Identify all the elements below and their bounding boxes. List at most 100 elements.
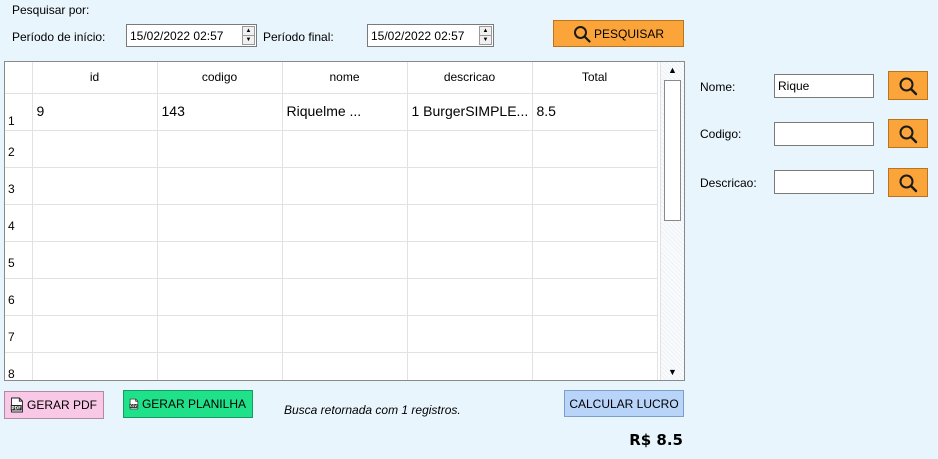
row-number: 4	[5, 204, 33, 242]
scroll-up-icon[interactable]: ▲	[661, 62, 684, 78]
table-cell[interactable]	[407, 315, 533, 353]
end-date-value: 15/02/2022 02:57	[371, 28, 465, 43]
table-row[interactable]: 2	[5, 130, 658, 168]
end-date-spinner[interactable]: ▲ ▼	[479, 26, 492, 45]
search-button-label: PESQUISAR	[593, 26, 665, 41]
search-codigo-button[interactable]	[888, 119, 928, 148]
cell-id[interactable]: 9	[32, 93, 158, 131]
table-cell[interactable]	[407, 204, 533, 242]
column-header-descricao[interactable]: descricao	[407, 62, 533, 94]
table-cell[interactable]	[157, 315, 283, 353]
table-cell[interactable]	[32, 167, 158, 205]
table-cell[interactable]	[32, 352, 158, 380]
table-row[interactable]: 8	[5, 352, 658, 380]
search-icon	[573, 25, 591, 43]
cell-codigo[interactable]: 143	[157, 93, 283, 131]
start-date-label: Período de início:	[12, 30, 106, 44]
table-cell[interactable]	[532, 352, 658, 380]
table-cell[interactable]	[32, 130, 158, 168]
start-date-spinner[interactable]: ▲ ▼	[242, 26, 255, 45]
table-cell[interactable]	[532, 241, 658, 279]
cell-total[interactable]: 8.5	[532, 93, 658, 131]
cell-nome[interactable]: Riquelme ...	[282, 93, 408, 131]
generate-spreadsheet-label: GERAR PLANILHA	[141, 397, 246, 411]
table-cell[interactable]	[407, 241, 533, 279]
end-date-picker[interactable]: 15/02/2022 02:57 ▲ ▼	[367, 24, 494, 47]
spin-down-icon[interactable]: ▼	[480, 35, 491, 44]
results-table[interactable]: id codigo nome descricao Total 1 9 143 R…	[4, 61, 685, 381]
column-header-id[interactable]: id	[32, 62, 158, 94]
table-row[interactable]: 3	[5, 167, 658, 205]
spin-down-icon[interactable]: ▼	[243, 35, 254, 44]
search-icon	[899, 77, 918, 95]
generate-spreadsheet-button[interactable]: CSV GERAR PLANILHA	[123, 390, 253, 418]
generate-pdf-label: GERAR PDF	[26, 398, 97, 412]
nome-label: Nome:	[700, 80, 736, 94]
cell-descricao[interactable]: 1 BurgerSIMPLE...	[407, 93, 533, 131]
generate-pdf-button[interactable]: PDF GERAR PDF	[4, 391, 104, 419]
search-nome-button[interactable]	[888, 71, 928, 100]
row-number: 2	[5, 130, 33, 168]
table-cell[interactable]	[282, 204, 408, 242]
table-cell[interactable]	[282, 352, 408, 380]
table-cell[interactable]	[532, 278, 658, 316]
column-header-nome[interactable]: nome	[282, 62, 408, 94]
spin-up-icon[interactable]: ▲	[480, 27, 491, 35]
table-cell[interactable]	[532, 167, 658, 205]
table-row[interactable]: 6	[5, 278, 658, 316]
calculate-profit-button[interactable]: CALCULAR LUCRO	[564, 390, 684, 417]
search-descricao-button[interactable]	[888, 168, 928, 197]
table-row[interactable]: 5	[5, 241, 658, 279]
table-row[interactable]: 1 9 143 Riquelme ... 1 BurgerSIMPLE... 8…	[5, 93, 658, 131]
table-cell[interactable]	[532, 204, 658, 242]
table-cell[interactable]	[407, 352, 533, 380]
search-icon	[899, 125, 918, 143]
table-cell[interactable]	[32, 204, 158, 242]
table-cell[interactable]	[157, 352, 283, 380]
corner-cell	[5, 62, 33, 94]
spin-up-icon[interactable]: ▲	[243, 27, 254, 35]
codigo-label: Codigo:	[700, 127, 742, 141]
row-number: 1	[5, 93, 33, 131]
table-cell[interactable]	[282, 315, 408, 353]
row-number: 5	[5, 241, 33, 279]
search-icon	[899, 174, 918, 192]
table-cell[interactable]	[32, 241, 158, 279]
table-cell[interactable]	[157, 241, 283, 279]
table-cell[interactable]	[282, 278, 408, 316]
vertical-scrollbar[interactable]: ▲ ▼	[660, 62, 684, 380]
table-cell[interactable]	[32, 315, 158, 353]
column-header-codigo[interactable]: codigo	[157, 62, 283, 94]
csv-file-icon: CSV	[129, 398, 139, 410]
table-cell[interactable]	[157, 278, 283, 316]
nome-field[interactable]: Rique	[774, 74, 874, 98]
search-button[interactable]: PESQUISAR	[553, 20, 684, 47]
csv-icon-text: CSV	[130, 404, 137, 408]
pdf-file-icon: PDF	[10, 397, 23, 413]
table-cell[interactable]	[157, 130, 283, 168]
end-date-label: Período final:	[263, 30, 334, 44]
table-cell[interactable]	[282, 241, 408, 279]
codigo-field[interactable]	[774, 122, 874, 146]
start-date-picker[interactable]: 15/02/2022 02:57 ▲ ▼	[126, 24, 257, 47]
table-cell[interactable]	[32, 278, 158, 316]
descricao-field[interactable]	[774, 170, 874, 194]
total-value: R$ 8.5	[629, 431, 683, 449]
descricao-label: Descricao:	[700, 176, 757, 190]
column-header-total[interactable]: Total	[532, 62, 658, 94]
table-cell[interactable]	[282, 167, 408, 205]
table-cell[interactable]	[282, 130, 408, 168]
table-row[interactable]: 4	[5, 204, 658, 242]
table-cell[interactable]	[407, 130, 533, 168]
table-cell[interactable]	[157, 204, 283, 242]
table-cell[interactable]	[532, 315, 658, 353]
scroll-down-icon[interactable]: ▼	[661, 364, 684, 380]
table-cell[interactable]	[407, 278, 533, 316]
scroll-thumb[interactable]	[664, 80, 681, 221]
table-row[interactable]: 7	[5, 315, 658, 353]
table-cell[interactable]	[157, 167, 283, 205]
table-cell[interactable]	[532, 130, 658, 168]
table-cell[interactable]	[407, 167, 533, 205]
pdf-icon-text: PDF	[11, 405, 21, 411]
row-number: 7	[5, 315, 33, 353]
